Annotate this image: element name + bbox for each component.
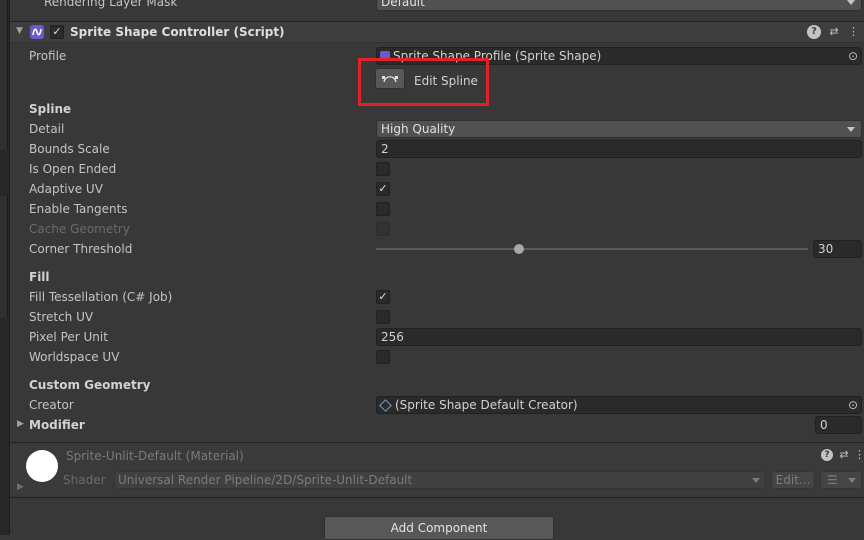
enable-tangents-label: Enable Tangents <box>29 202 128 216</box>
chevron-down-icon <box>847 127 855 132</box>
material-foldout-icon[interactable]: ▶ <box>17 482 24 492</box>
detail-dropdown[interactable]: High Quality <box>376 120 862 138</box>
add-component-button[interactable]: Add Component <box>324 516 554 540</box>
object-picker-icon[interactable]: ⊙ <box>848 397 858 413</box>
chevron-down-icon <box>847 0 855 5</box>
spline-section-header: Spline <box>29 102 72 116</box>
is-open-ended-checkbox[interactable] <box>376 162 390 176</box>
script-asset-icon <box>379 399 392 412</box>
component-menu-icon[interactable]: ⋮ <box>848 25 859 39</box>
adaptive-uv-label: Adaptive UV <box>29 182 103 196</box>
section-divider <box>10 497 864 498</box>
modifier-size-field[interactable]: 0 <box>815 416 862 434</box>
check-icon: ✓ <box>378 182 388 195</box>
fill-section-header: Fill <box>29 270 50 284</box>
detail-value: High Quality <box>381 122 456 136</box>
corner-threshold-field[interactable]: 30 <box>813 240 862 258</box>
help-icon[interactable]: ? <box>821 449 833 461</box>
corner-threshold-slider-track[interactable] <box>376 248 808 250</box>
shader-value: Universal Render Pipeline/2D/Sprite-Unli… <box>118 473 413 487</box>
stretch-uv-checkbox[interactable] <box>376 310 390 324</box>
creator-object-field[interactable]: (Sprite Shape Default Creator) ⊙ <box>376 396 862 414</box>
worldspace-uv-checkbox[interactable] <box>376 350 390 364</box>
component-title: Sprite Shape Controller (Script) <box>70 25 285 39</box>
highlight-box <box>358 58 489 106</box>
fill-tessellation-label: Fill Tessellation (C# Job) <box>29 290 173 304</box>
detail-label: Detail <box>29 122 65 136</box>
modifier-foldout-icon[interactable]: ▶ <box>17 419 24 429</box>
chevron-down-icon <box>848 478 856 483</box>
preset-icon[interactable]: ⇄ <box>838 448 850 462</box>
shader-edit-button[interactable]: Edit... <box>771 471 815 489</box>
corner-threshold-label: Corner Threshold <box>29 242 133 256</box>
cache-geometry-label: Cache Geometry <box>29 222 130 236</box>
creator-value: (Sprite Shape Default Creator) <box>395 398 578 412</box>
left-panel-segment <box>0 196 8 318</box>
material-title: Sprite-Unlit-Default (Material) <box>66 449 244 463</box>
component-enabled-checkbox[interactable]: ✓ <box>50 25 64 39</box>
bounds-scale-label: Bounds Scale <box>29 142 110 156</box>
material-preview-thumbnail <box>26 450 58 482</box>
foldout-open-icon[interactable]: ▼ <box>16 26 23 36</box>
chevron-down-icon <box>752 478 760 483</box>
creator-label: Creator <box>29 398 74 412</box>
check-icon: ✓ <box>378 290 388 303</box>
script-icon <box>30 25 44 39</box>
pixel-per-unit-label: Pixel Per Unit <box>29 330 108 344</box>
preset-icon[interactable]: ⇄ <box>827 25 841 39</box>
modifier-label[interactable]: Modifier <box>29 418 85 432</box>
bounds-scale-field[interactable]: 2 <box>376 140 862 158</box>
shader-options-dropdown[interactable]: ☰ <box>820 471 862 489</box>
pixel-per-unit-field[interactable]: 256 <box>376 328 862 346</box>
corner-threshold-slider-thumb[interactable] <box>513 244 524 254</box>
worldspace-uv-label: Worldspace UV <box>29 350 120 364</box>
rendering-layer-mask-label: Rendering Layer Mask <box>44 0 178 9</box>
sprite-shape-icon <box>32 28 42 36</box>
shader-label: Shader <box>63 473 106 487</box>
rendering-layer-mask-value: Default <box>381 0 425 9</box>
rendering-layer-mask-dropdown[interactable]: Default <box>376 0 862 11</box>
object-picker-icon[interactable]: ⊙ <box>848 48 858 64</box>
help-icon[interactable]: ? <box>807 25 821 39</box>
shader-dropdown[interactable]: Universal Render Pipeline/2D/Sprite-Unli… <box>114 471 766 489</box>
stretch-uv-label: Stretch UV <box>29 310 94 324</box>
is-open-ended-label: Is Open Ended <box>29 162 117 176</box>
adaptive-uv-checkbox[interactable]: ✓ <box>376 182 390 196</box>
cache-geometry-checkbox <box>376 222 390 236</box>
list-icon: ☰ <box>827 473 838 487</box>
profile-label: Profile <box>29 49 67 63</box>
enable-tangents-checkbox[interactable] <box>376 202 390 216</box>
fill-tessellation-checkbox[interactable]: ✓ <box>376 290 390 304</box>
component-header[interactable]: ▼ ✓ Sprite Shape Controller (Script) ? ⇄… <box>10 21 864 43</box>
left-panel-segment <box>0 0 8 150</box>
custom-geometry-section-header: Custom Geometry <box>29 378 151 392</box>
material-menu-icon[interactable]: ⋮ <box>854 448 864 462</box>
